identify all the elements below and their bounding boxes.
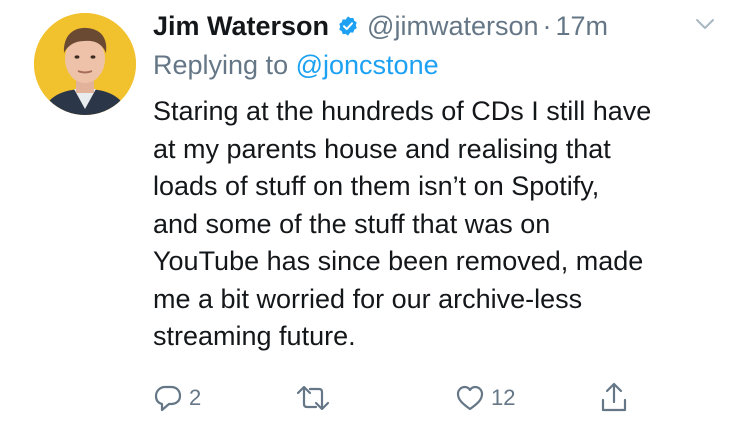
tweet-text-line: streaming future. <box>153 321 356 351</box>
tweet-timestamp[interactable]: 17m <box>556 11 609 42</box>
replying-to: Replying to @joncstone <box>153 50 439 81</box>
tweet-text: Staring at the hundreds of CDs I still h… <box>153 93 733 356</box>
verified-badge-icon <box>337 15 359 37</box>
author-name[interactable]: Jim Waterson <box>153 11 329 42</box>
tweet-text-line: at my parents house and realising that <box>153 133 611 164</box>
replying-to-mention[interactable]: @joncstone <box>296 50 439 80</box>
like-button[interactable]: 12 <box>455 381 515 415</box>
tweet-actions: 2 12 <box>153 381 653 415</box>
share-icon <box>599 382 629 414</box>
reply-button[interactable]: 2 <box>153 381 201 415</box>
tweet-text-line: Staring at the hundreds of CDs I still h… <box>153 96 652 126</box>
share-button[interactable] <box>599 381 629 415</box>
tweet-text-line: me a bit worried for our archive-less <box>153 283 583 314</box>
like-count: 12 <box>491 385 516 410</box>
chevron-down-icon[interactable] <box>694 13 716 35</box>
tweet[interactable]: Jim Waterson @jimwaterson · 17m Replying… <box>0 0 750 423</box>
retweet-icon <box>296 383 330 413</box>
tweet-text-line: and some of the stuff that was on <box>153 208 551 239</box>
heart-icon <box>455 383 485 413</box>
reply-icon <box>153 383 183 413</box>
retweet-button[interactable] <box>296 381 330 415</box>
tweet-text-line: YouTube has since been removed, made <box>153 246 644 276</box>
author-handle[interactable]: @jimwaterson <box>367 11 538 42</box>
replying-to-label: Replying to <box>153 50 289 80</box>
tweet-header: Jim Waterson @jimwaterson · 17m <box>153 8 608 44</box>
separator-dot: · <box>542 10 552 41</box>
reply-count: 2 <box>189 385 202 410</box>
avatar[interactable] <box>34 13 136 115</box>
tweet-text-line: loads of stuff on them isn’t on Spotify, <box>153 171 600 201</box>
